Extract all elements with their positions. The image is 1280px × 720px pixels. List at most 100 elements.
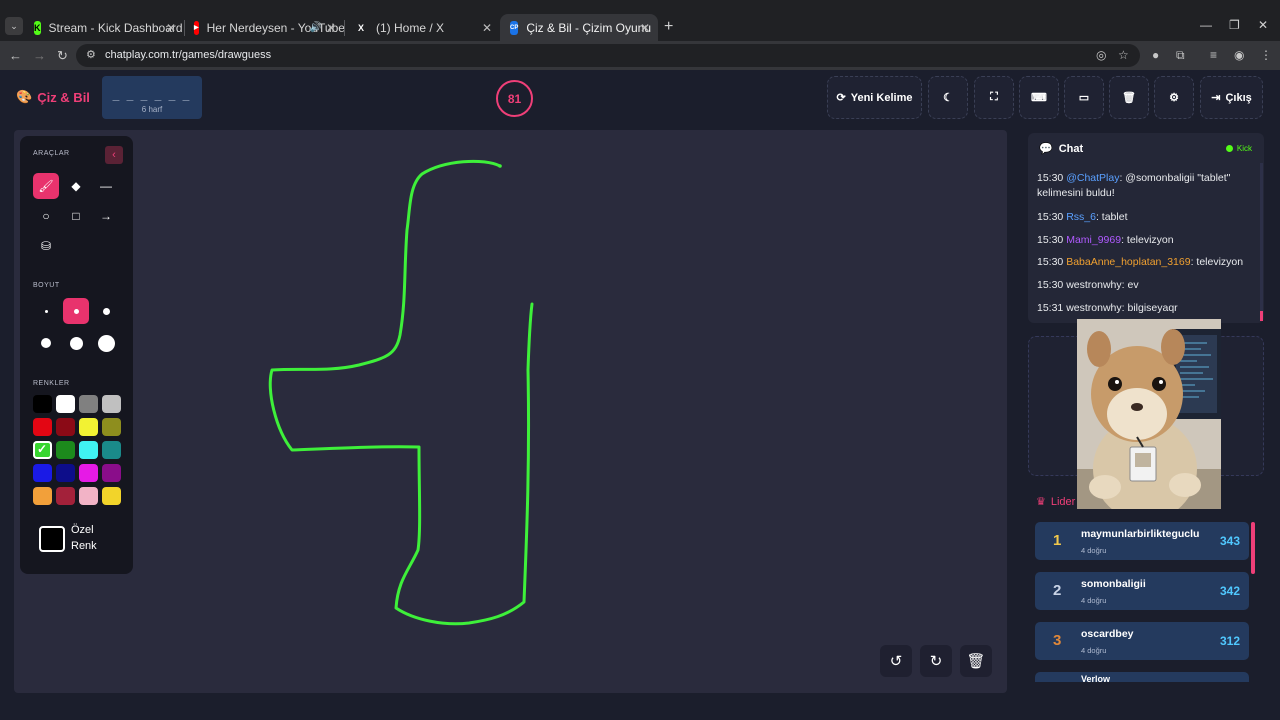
chat-scrollbar-track[interactable] xyxy=(1260,163,1263,313)
color-swatch[interactable] xyxy=(79,395,98,413)
clear-canvas-button[interactable]: 🗑 xyxy=(960,645,992,677)
drawing-canvas[interactable] xyxy=(14,130,1007,693)
undo-button[interactable]: ↺ xyxy=(880,645,912,677)
leaderboard-row-partial: Verlow xyxy=(1035,672,1249,682)
bookmark-star-icon[interactable]: ☆ xyxy=(1118,48,1129,62)
minimize-icon[interactable]: — xyxy=(1200,18,1212,32)
size-button-4[interactable] xyxy=(33,330,59,356)
color-swatch[interactable] xyxy=(102,441,121,459)
browser-tab-x[interactable]: X (1) Home / X ✕ xyxy=(344,14,500,41)
color-swatch[interactable] xyxy=(79,441,98,459)
omnibox[interactable]: ⚙ chatplay.com.tr/games/drawguess ◎ ☆ xyxy=(76,44,1140,67)
browser-tab-active[interactable]: CP Çiz & Bil - Çizim Oyunu ✕ xyxy=(500,14,658,41)
crown-icon: ♛ xyxy=(1036,496,1046,508)
fullscreen-button[interactable]: ⛶ xyxy=(974,76,1014,119)
browser-tab-youtube[interactable]: ▶ Her Nerdeysen - YouTube 🔊 ✕ xyxy=(184,14,345,41)
eye-off-icon[interactable]: ◎ xyxy=(1096,48,1106,62)
size-button-6[interactable] xyxy=(93,330,119,356)
chat-bubbles-icon: 💬 xyxy=(1039,143,1053,155)
keyboard-button[interactable]: ⌨ xyxy=(1019,76,1059,119)
color-swatch[interactable] xyxy=(79,487,98,505)
color-swatch[interactable] xyxy=(102,418,121,436)
color-swatch[interactable] xyxy=(33,395,52,413)
settings-button[interactable]: ⚙ xyxy=(1154,76,1194,119)
color-swatch[interactable] xyxy=(56,395,75,413)
extension-icon[interactable]: ● xyxy=(1152,48,1159,62)
close-tab-icon[interactable]: ✕ xyxy=(166,21,176,35)
clear-button[interactable]: 🗑 xyxy=(1109,76,1149,119)
site-info-icon[interactable]: ⚙ xyxy=(86,48,96,61)
exit-button[interactable]: ⇥ Çıkış xyxy=(1200,76,1263,119)
msg-user[interactable]: BabaAnne_hoplatan_3169 xyxy=(1066,256,1190,268)
fill-tool-button[interactable]: ⛁ xyxy=(33,233,59,259)
menu-dots-icon[interactable]: ⋮ xyxy=(1260,48,1272,62)
restore-icon[interactable]: ❐ xyxy=(1229,18,1240,32)
reload-icon[interactable]: ↻ xyxy=(57,48,68,64)
player-name: maymunlarbirlikteguclu xyxy=(1081,528,1200,540)
msg-user[interactable]: Rss_6 xyxy=(1066,211,1096,223)
chat-scrollbar-thumb[interactable] xyxy=(1260,311,1263,321)
webcam-overlay xyxy=(1077,319,1221,509)
player-score: 343 xyxy=(1219,534,1240,548)
color-swatch[interactable] xyxy=(56,441,75,459)
size-button-1[interactable] xyxy=(33,298,59,324)
media-control-icon[interactable]: ≡ xyxy=(1210,48,1217,62)
chat-message: 15:30 Mami_9969: televizyon xyxy=(1037,233,1255,248)
redo-button[interactable]: ↻ xyxy=(920,645,952,677)
size-dot xyxy=(73,308,79,314)
color-swatch[interactable] xyxy=(79,418,98,436)
custom-color-label: Özel Renk xyxy=(71,522,97,554)
msg-user[interactable]: westronwhy xyxy=(1066,302,1121,314)
palette-icon: 🎨 xyxy=(16,89,33,104)
forward-icon[interactable]: → xyxy=(33,48,46,63)
speaker-icon[interactable]: 🔊 xyxy=(310,22,322,33)
moon-icon: ☾ xyxy=(943,92,953,104)
line-tool-button[interactable]: — xyxy=(93,173,119,199)
leaderboard-title: ♛ Lider xyxy=(1036,495,1075,509)
color-swatch[interactable] xyxy=(56,464,75,482)
chat-message: 15:30 @ChatPlay: @somonbaligii "tablet" … xyxy=(1037,171,1255,201)
color-swatch[interactable] xyxy=(79,464,98,482)
archive-button[interactable]: ▭ xyxy=(1064,76,1104,119)
msg-user[interactable]: westronwhy xyxy=(1066,279,1121,291)
dark-mode-button[interactable]: ☾ xyxy=(928,76,968,119)
close-window-icon[interactable]: ✕ xyxy=(1258,18,1268,32)
color-swatch[interactable] xyxy=(56,487,75,505)
size-button-5[interactable] xyxy=(63,330,89,356)
color-swatch[interactable]: ✓ xyxy=(33,441,52,459)
color-swatch[interactable] xyxy=(33,464,52,482)
profile-icon[interactable]: ◉ xyxy=(1234,48,1244,62)
color-swatch[interactable] xyxy=(33,418,52,436)
browser-tab-kick[interactable]: K Stream - Kick Dashboard ✕ xyxy=(24,14,184,41)
leaderboard-scrollbar-thumb[interactable] xyxy=(1251,522,1255,574)
close-tab-icon[interactable]: ✕ xyxy=(482,21,492,35)
extensions-puzzle-icon[interactable]: ⧉ xyxy=(1176,48,1185,63)
collapse-panel-button[interactable]: ‹ xyxy=(105,146,123,164)
tab-search-icon[interactable]: ⌄ xyxy=(5,17,23,35)
msg-user[interactable]: Mami_9969 xyxy=(1066,234,1121,246)
close-tab-icon[interactable]: ✕ xyxy=(326,21,336,35)
new-tab-icon[interactable]: + xyxy=(664,18,673,36)
size-button-3[interactable] xyxy=(93,298,119,324)
circle-tool-button[interactable]: ○ xyxy=(33,203,59,229)
app-logo[interactable]: 🎨 Çiz & Bil xyxy=(16,89,90,105)
new-word-button[interactable]: ⟳ Yeni Kelime xyxy=(827,76,922,119)
size-button-2[interactable] xyxy=(63,298,89,324)
url-text[interactable]: chatplay.com.tr/games/drawguess xyxy=(105,49,271,61)
eraser-tool-button[interactable]: ◆ xyxy=(63,173,89,199)
arrow-tool-button[interactable]: → xyxy=(93,203,119,229)
msg-user[interactable]: @ChatPlay xyxy=(1066,172,1119,184)
color-swatch[interactable] xyxy=(56,418,75,436)
color-swatch[interactable] xyxy=(102,464,121,482)
trash-icon: 🗑 xyxy=(1122,92,1136,104)
color-swatch[interactable] xyxy=(102,487,121,505)
custom-color-button[interactable] xyxy=(39,526,65,552)
close-tab-icon[interactable]: ✕ xyxy=(640,21,650,35)
redo-icon: ↻ xyxy=(929,653,943,670)
rectangle-tool-button[interactable]: □ xyxy=(63,203,89,229)
color-swatch[interactable] xyxy=(102,395,121,413)
brush-tool-button[interactable]: 🖌 xyxy=(33,173,59,199)
color-swatch[interactable] xyxy=(33,487,52,505)
back-icon[interactable]: ← xyxy=(9,48,22,63)
tab-title: Çiz & Bil - Çizim Oyunu xyxy=(526,20,652,35)
